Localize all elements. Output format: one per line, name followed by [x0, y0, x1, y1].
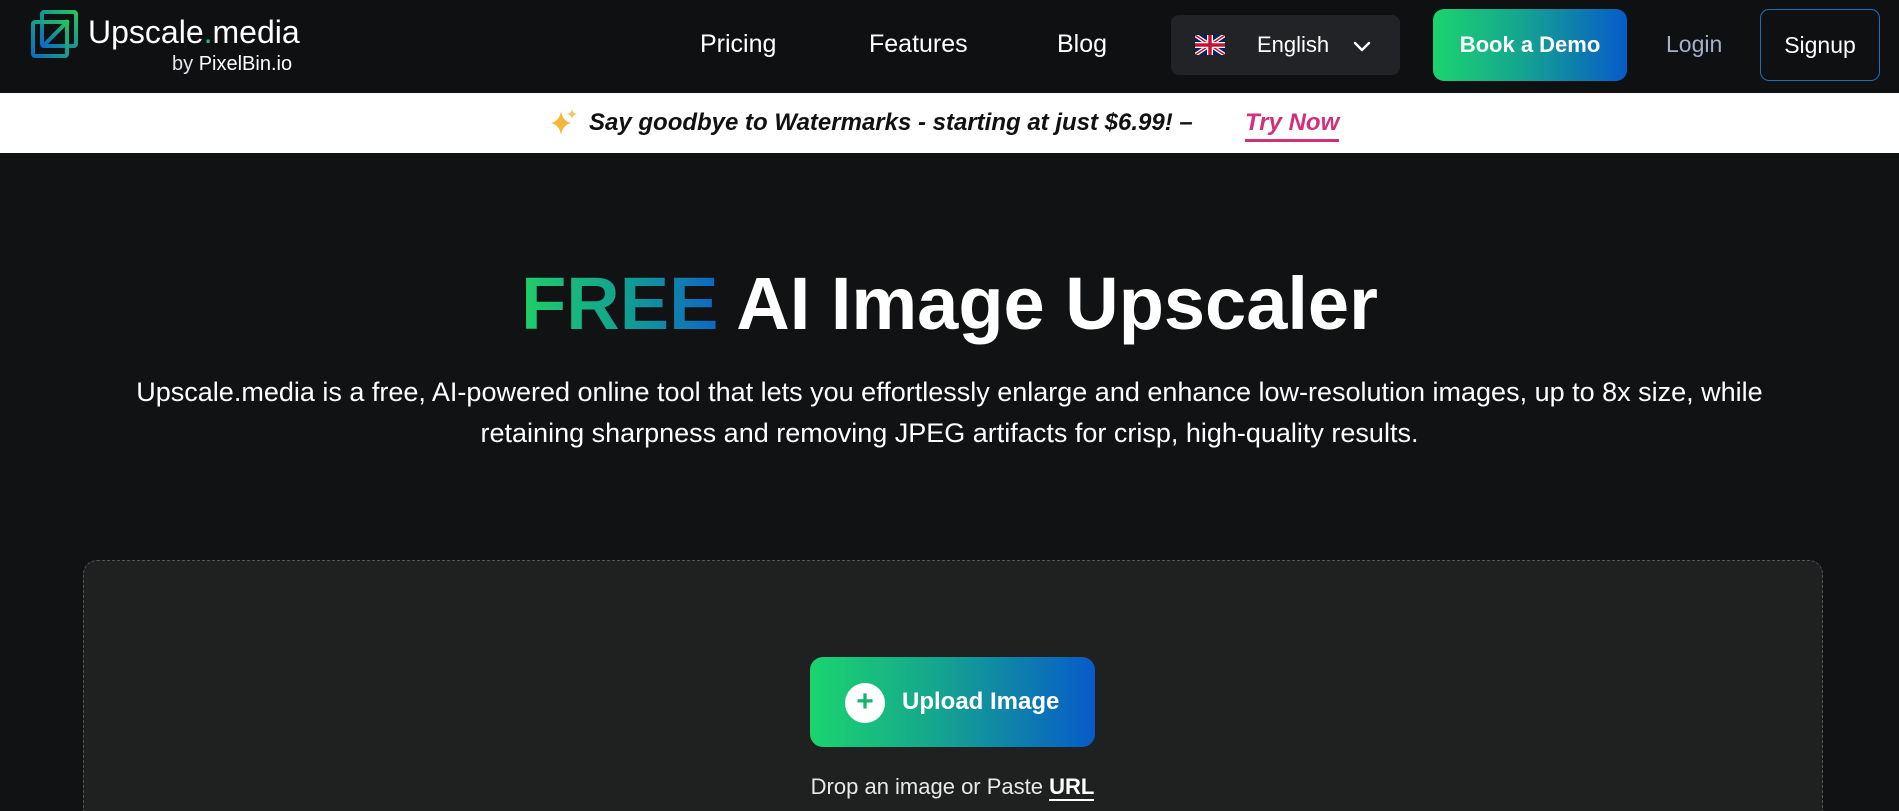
promo-text: Say goodbye to Watermarks - starting at … — [589, 109, 1193, 136]
book-demo-button[interactable]: Book a Demo — [1433, 9, 1627, 81]
try-now-link[interactable]: Try Now — [1245, 107, 1340, 142]
sparkle-icon — [551, 109, 577, 135]
plus-icon: + — [845, 683, 885, 723]
page-title: FREE AI Image Upscaler — [0, 259, 1899, 349]
language-label: English — [1257, 32, 1330, 57]
title-rest: AI Image Upscaler — [718, 262, 1378, 345]
language-selector[interactable]: English — [1171, 15, 1400, 75]
promo-banner: Say goodbye to Watermarks - starting at … — [0, 93, 1899, 153]
login-link[interactable]: Login — [1666, 29, 1722, 59]
hero-description: Upscale.media is a free, AI-powered onli… — [136, 377, 1763, 448]
upload-image-button[interactable]: + Upload Image — [810, 657, 1095, 747]
title-highlight: FREE — [521, 262, 719, 345]
nav-link-pricing[interactable]: Pricing — [700, 28, 776, 60]
upload-button-label: Upload Image — [902, 688, 1060, 715]
site-header: Upscale.media by PixelBin.io Pricing Fea… — [0, 0, 1899, 93]
nav-link-features[interactable]: Features — [869, 28, 968, 60]
logo-icon — [31, 10, 78, 58]
drop-hint: Drop an image or Paste URL — [810, 774, 1095, 801]
brand-logo[interactable]: Upscale.media by PixelBin.io — [30, 9, 300, 79]
brand-name: Upscale.media — [88, 14, 300, 50]
paste-url-link[interactable]: URL — [1049, 774, 1095, 801]
brand-byline: by PixelBin.io — [172, 53, 293, 75]
chevron-down-icon — [1353, 41, 1371, 52]
nav-link-blog[interactable]: Blog — [1057, 28, 1107, 60]
signup-button[interactable]: Signup — [1760, 9, 1880, 81]
uk-flag-icon — [1195, 35, 1225, 55]
